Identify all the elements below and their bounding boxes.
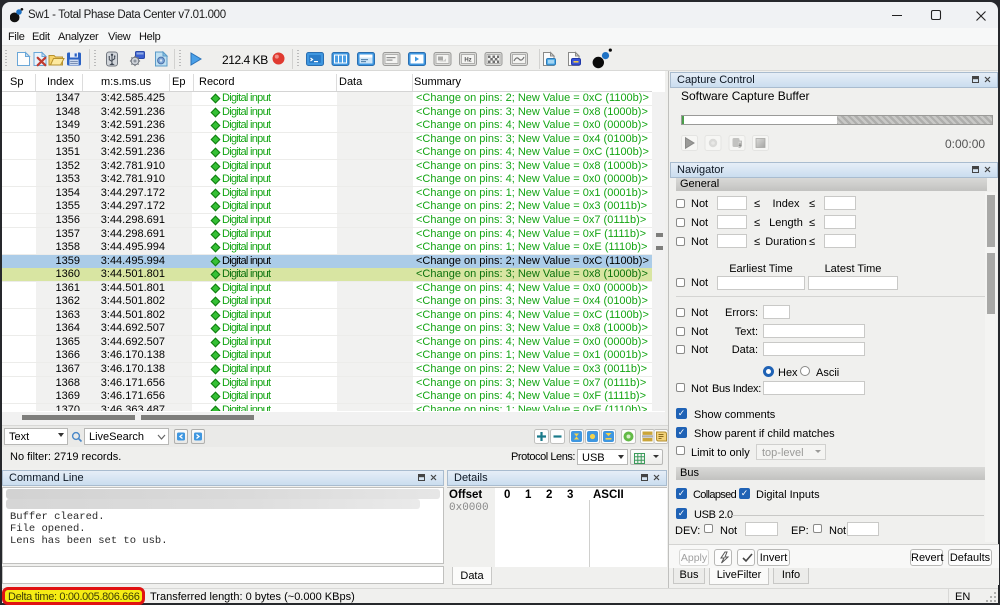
svg-text:Hz: Hz <box>464 58 471 64</box>
